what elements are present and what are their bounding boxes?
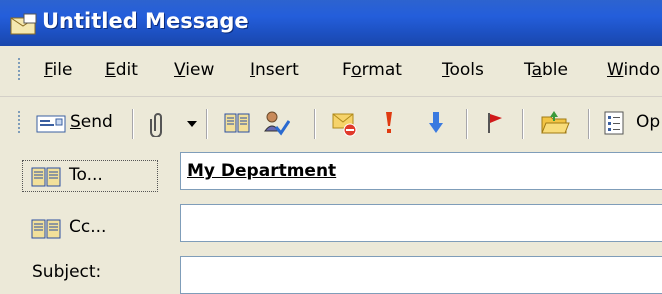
title-bar[interactable]: Untitled Message <box>0 0 662 46</box>
options-label[interactable]: Op <box>636 112 660 132</box>
options-icon[interactable] <box>604 111 626 135</box>
menu-file[interactable]: File <box>44 60 72 80</box>
check-names-icon[interactable] <box>262 109 290 137</box>
subject-label: Subject: <box>32 262 102 282</box>
send-label: Send <box>70 112 113 132</box>
toolbar-grip[interactable] <box>18 111 21 135</box>
menu-format[interactable]: Format <box>342 60 402 80</box>
menu-table[interactable]: Table <box>524 60 568 80</box>
folder-icon[interactable] <box>540 109 570 137</box>
subject-field[interactable] <box>180 256 662 294</box>
cc-field[interactable] <box>180 204 662 242</box>
cc-button-label: Cc... <box>69 217 107 237</box>
address-pane: To... My Department Cc... Subject: <box>0 150 662 294</box>
menu-view[interactable]: View <box>174 60 214 80</box>
menu-edit[interactable]: Edit <box>105 60 138 80</box>
message-icon <box>10 13 37 35</box>
address-book-icon <box>31 219 61 239</box>
menu-bar: File Edit View Insert Format Tools Table… <box>0 46 662 96</box>
attach-dropdown-arrow-icon[interactable] <box>187 121 197 127</box>
menu-tools[interactable]: Tools <box>442 60 484 80</box>
cc-button[interactable]: Cc... <box>22 212 158 244</box>
toolbar-separator <box>466 109 468 139</box>
flag-icon[interactable] <box>486 111 504 135</box>
toolbar-separator <box>314 109 316 139</box>
importance-low-icon[interactable] <box>428 111 444 135</box>
to-field[interactable]: My Department <box>180 152 662 190</box>
menu-grip[interactable] <box>18 58 21 82</box>
send-icon <box>36 115 66 133</box>
menu-insert[interactable]: Insert <box>250 60 299 80</box>
importance-high-icon[interactable] <box>384 111 394 135</box>
toolbar-separator <box>522 109 524 139</box>
menu-window[interactable]: Windo <box>607 60 660 80</box>
toolbar-separator <box>206 109 208 139</box>
address-book-icon <box>31 167 61 187</box>
paperclip-icon[interactable] <box>150 111 166 137</box>
toolbar-separator <box>132 109 134 139</box>
standard-toolbar: Send Op <box>0 96 662 151</box>
to-recipient[interactable]: My Department <box>187 161 336 181</box>
address-book-icon[interactable] <box>224 112 250 134</box>
toolbar-separator <box>588 109 590 139</box>
window-title: Untitled Message <box>42 9 249 33</box>
permission-icon[interactable] <box>332 111 358 137</box>
to-button-label: To... <box>69 165 103 185</box>
to-button[interactable]: To... <box>22 160 158 192</box>
